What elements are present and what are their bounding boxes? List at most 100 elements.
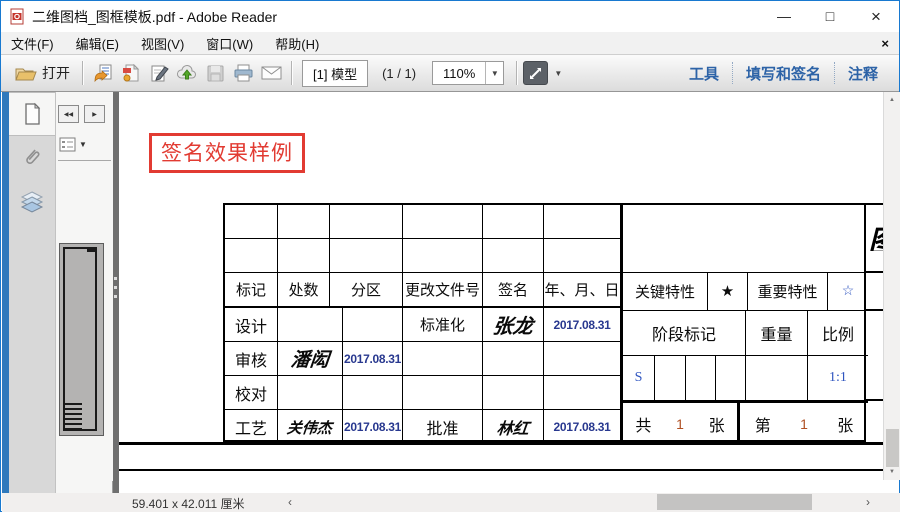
table-cell	[278, 205, 330, 239]
sheets-total-prefix: 共	[635, 412, 651, 436]
sheet-number-prefix: 第	[755, 412, 771, 436]
table-line-segment	[866, 271, 883, 273]
create-pdf-icon[interactable]	[117, 60, 145, 86]
zoom-level-select[interactable]: 110% ▼	[432, 61, 504, 85]
date-text: 2017.08.31	[553, 420, 610, 434]
row-check-label: 审核	[225, 342, 278, 376]
tools-pane-button[interactable]: 工具	[676, 63, 732, 84]
page-1-thumbnail[interactable]	[59, 243, 104, 436]
row-design-date	[343, 308, 403, 342]
zoom-dropdown-arrow[interactable]: ▼	[485, 62, 503, 84]
key-feature-label: 关键特性	[621, 273, 708, 311]
thumbnail-options-button[interactable]: ▼	[59, 137, 113, 152]
table-cell	[225, 205, 278, 239]
open-button-label: 打开	[42, 63, 70, 83]
fill-sign-pane-button[interactable]: 填写和签名	[733, 63, 834, 84]
table-cell	[403, 342, 483, 376]
email-icon[interactable]	[257, 60, 285, 86]
paperclip-icon	[20, 146, 44, 170]
title-block-table: 标记 处数 分区 更改文件号 签名 年、月、日 设计 标准化 张龙 2017.0…	[223, 203, 866, 442]
table-cell	[655, 356, 686, 401]
row-standardization-date: 2017.08.31	[544, 308, 621, 342]
resize-arrows-icon	[528, 66, 543, 81]
minimize-button[interactable]: —	[761, 1, 807, 32]
table-line-segment	[866, 309, 883, 311]
sheet-number-cell: 第 1 张	[738, 401, 868, 444]
header-count: 处数	[278, 273, 330, 308]
page-indicator: (1 / 1)	[382, 66, 416, 81]
save-icon[interactable]	[201, 60, 229, 86]
close-button[interactable]: ×	[853, 1, 899, 32]
sheet-number-value: 1	[800, 416, 808, 432]
header-change-doc-no: 更改文件号	[403, 273, 483, 308]
table-cell	[716, 356, 746, 401]
vertical-scrollbar[interactable]: ▲ ▼	[883, 92, 900, 480]
pdf-app-icon	[9, 8, 26, 25]
clipped-drawing-text: 图	[868, 217, 883, 251]
table-line-segment	[866, 399, 883, 401]
comment-pane-button[interactable]: 注释	[835, 63, 891, 84]
page-thumbnail-icon	[22, 102, 42, 126]
horizontal-scroll-thumb[interactable]	[657, 494, 812, 510]
layers-tab[interactable]	[9, 180, 55, 224]
table-cell	[225, 239, 278, 273]
row-craft-label: 工艺	[225, 410, 278, 444]
table-cell	[483, 205, 544, 239]
thumbnail-titleblock	[65, 403, 82, 429]
table-cell	[330, 205, 403, 239]
options-list-icon	[59, 137, 76, 152]
sidebar-accent-strip	[2, 92, 9, 498]
row-check-date: 2017.08.31	[343, 342, 403, 376]
print-icon[interactable]	[229, 60, 257, 86]
table-cell	[278, 376, 343, 410]
splitter-grip	[114, 277, 117, 303]
sheets-total-number: 1	[676, 416, 684, 432]
header-signature: 签名	[483, 273, 544, 308]
table-cell	[544, 342, 621, 376]
folder-icon	[15, 65, 37, 82]
export-pdf-icon[interactable]	[89, 60, 117, 86]
scroll-down-arrow[interactable]: ▼	[884, 464, 900, 480]
hscroll-left-arrow[interactable]: ‹	[288, 495, 292, 509]
row-approve-date: 2017.08.31	[544, 410, 621, 444]
row-approve-label: 批准	[403, 410, 483, 444]
menu-edit[interactable]: 编辑(E)	[76, 34, 119, 53]
table-cell	[330, 239, 403, 273]
scale-label: 比例	[808, 311, 868, 356]
options-caret-icon: ▼	[79, 140, 87, 149]
row-design-label: 设计	[225, 308, 278, 342]
zoom-value: 110%	[433, 66, 485, 81]
document-page: 签名效果样例 标记 处数 分区 更改文件号 签名 年、月、日 设计	[119, 92, 883, 493]
toolbar-separator	[291, 61, 292, 85]
page-thumbnails-tab[interactable]	[9, 92, 55, 136]
menu-view[interactable]: 视图(V)	[141, 34, 184, 53]
row-approve-signature: 林红	[483, 410, 544, 444]
first-page-button[interactable]: ◀◀	[58, 105, 79, 123]
fit-dropdown-arrow[interactable]: ▼	[554, 69, 562, 78]
menu-window[interactable]: 窗口(W)	[206, 34, 253, 53]
sign-document-icon[interactable]	[145, 60, 173, 86]
menu-file[interactable]: 文件(F)	[11, 34, 54, 53]
open-button[interactable]: 打开	[9, 60, 76, 86]
fit-page-button[interactable]	[523, 61, 548, 85]
scroll-up-arrow[interactable]: ▲	[884, 92, 900, 108]
window-title: 二维图档_图框模板.pdf - Adobe Reader	[32, 7, 277, 27]
toolbar-separator	[82, 61, 83, 85]
hscroll-right-arrow[interactable]: ›	[866, 495, 870, 509]
attachments-tab[interactable]	[9, 136, 55, 180]
next-page-button[interactable]: ▶	[84, 105, 105, 123]
close-document-icon[interactable]: ×	[881, 36, 889, 51]
drawing-frame-line	[119, 442, 883, 445]
panel-divider	[58, 160, 111, 161]
table-cell	[483, 342, 544, 376]
status-bar: 59.401 x 42.011 厘米 ‹ ›	[2, 493, 900, 512]
cloud-upload-icon[interactable]	[173, 60, 201, 86]
row-check-signature: 潘闳	[278, 342, 343, 376]
model-view-button[interactable]: [1] 模型	[302, 60, 368, 87]
signature-text: 张龙	[491, 310, 534, 339]
table-line-segment	[866, 203, 883, 205]
vertical-scroll-thumb[interactable]	[886, 429, 899, 467]
table-cell	[403, 376, 483, 410]
menu-help[interactable]: 帮助(H)	[275, 34, 319, 53]
maximize-button[interactable]: □	[807, 1, 853, 32]
